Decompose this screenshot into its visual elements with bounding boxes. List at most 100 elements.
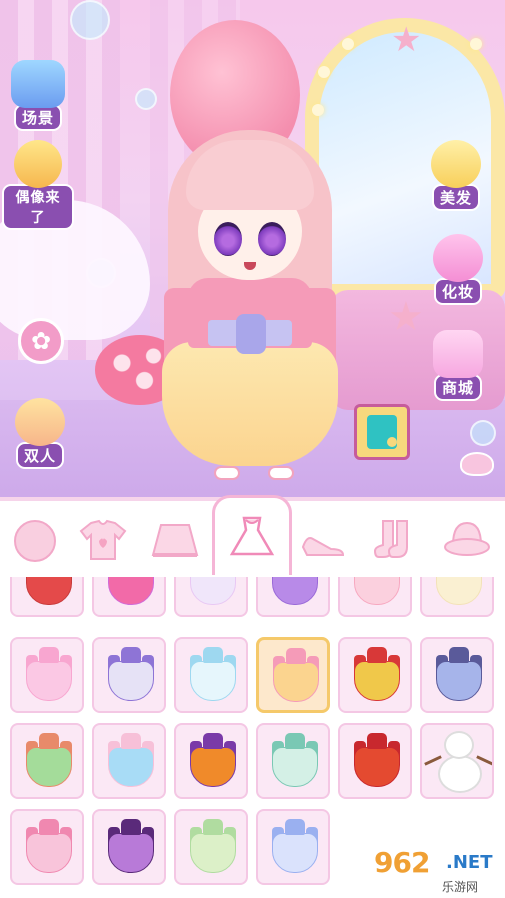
mirror-bulb: [470, 38, 482, 50]
dress-icon: [106, 733, 156, 793]
dress-item[interactable]: [92, 723, 166, 799]
dress-item[interactable]: [256, 637, 330, 713]
makeup-label: 化妆: [433, 278, 482, 305]
game-screen: ★ ★ 场景 偶像来了 ✿ 双人 美发 化妆 商城 962 .NET 乐游网: [0, 0, 505, 898]
dress-icon: [352, 647, 402, 707]
dress-item[interactable]: [174, 637, 248, 713]
skirt-icon: [151, 524, 199, 557]
dress-item[interactable]: [92, 577, 166, 617]
dress-icon: [106, 647, 156, 707]
obi-bow: [236, 314, 266, 354]
star-icon: ★: [391, 20, 422, 60]
scene-label: 场景: [13, 104, 62, 131]
snowman-body: [438, 755, 482, 793]
dress-icon: [24, 647, 74, 707]
socks-icon: [373, 520, 408, 558]
scene-button[interactable]: 场景: [6, 60, 70, 131]
tab-shirt[interactable]: [72, 509, 134, 571]
idol-star-icon: [14, 140, 62, 188]
right-eye: [258, 222, 286, 256]
dress-item[interactable]: [420, 577, 494, 617]
makeup-face-icon: [433, 234, 483, 282]
dress-icon: [24, 577, 74, 611]
makeup-button[interactable]: 化妆: [420, 234, 496, 305]
shop-button[interactable]: 商城: [420, 330, 496, 401]
tab-skirt[interactable]: [144, 509, 206, 571]
bubble: [470, 420, 496, 446]
shop-label: 商城: [433, 374, 482, 401]
dress-icon: [270, 577, 320, 611]
dress-item[interactable]: [174, 809, 248, 885]
hair-label: 美发: [431, 184, 480, 211]
hair-salon-button[interactable]: 美发: [418, 140, 494, 211]
floppy-disk-icon: [367, 415, 397, 449]
doll-character[interactable]: [150, 110, 350, 490]
dress-item[interactable]: [338, 723, 412, 799]
dressup-scene: ★ ★ 场景 偶像来了 ✿ 双人 美发 化妆 商城: [0, 0, 505, 500]
settings-gear-icon[interactable]: ✿: [18, 318, 64, 364]
tab-socks[interactable]: [364, 509, 426, 571]
dress-icon: [106, 577, 156, 611]
category-tab-bar: [0, 495, 505, 577]
dress-icon: [352, 577, 402, 611]
dress-item[interactable]: [10, 809, 84, 885]
hakama-skirt: [162, 342, 338, 466]
snowman-costume-item[interactable]: [420, 723, 494, 799]
star-icon: ★: [388, 294, 424, 340]
pink-gem-icon[interactable]: [460, 452, 494, 476]
dress-icon: [188, 819, 238, 879]
dress-item[interactable]: [10, 577, 84, 617]
two-dolls-icon: [15, 398, 65, 446]
dress-icon: [24, 819, 74, 879]
dress-icon: [270, 733, 320, 793]
dress-item[interactable]: [256, 577, 330, 617]
tab-face[interactable]: [4, 509, 66, 571]
dress-item[interactable]: [256, 809, 330, 885]
duo-button[interactable]: 双人: [8, 398, 72, 469]
idol-button[interactable]: 偶像来了: [2, 140, 74, 230]
tab-hat[interactable]: [436, 509, 498, 571]
watermark-number: 962: [374, 846, 430, 879]
tab-dress[interactable]: [212, 495, 292, 575]
dress-item[interactable]: [338, 637, 412, 713]
shirt-icon: [79, 519, 127, 560]
hat-icon: [444, 521, 490, 556]
snowman-head: [444, 731, 474, 759]
left-shoe: [214, 466, 240, 480]
dress-icon: [188, 647, 238, 707]
watermark-domain: .NET: [446, 852, 493, 873]
shoes-icon: [301, 537, 345, 556]
save-button[interactable]: [354, 404, 410, 460]
bubble: [135, 88, 157, 110]
left-eye: [214, 222, 242, 256]
dress-item[interactable]: [338, 577, 412, 617]
mirror-bulb: [318, 66, 330, 78]
hairstyle-icon: [431, 140, 481, 188]
dress-icon: [24, 733, 74, 793]
right-shoe: [268, 466, 294, 480]
dress-icon: [188, 577, 238, 611]
dress-item[interactable]: [92, 809, 166, 885]
dress-icon: [352, 733, 402, 793]
dress-item[interactable]: [10, 723, 84, 799]
site-watermark-logo: 962 .NET 乐游网: [368, 838, 500, 896]
tab-shoes[interactable]: [292, 509, 354, 571]
idol-label: 偶像来了: [2, 184, 74, 230]
dress-icon: [271, 648, 321, 708]
bubble: [70, 0, 110, 40]
dress-icon: [270, 819, 320, 879]
dress-icon: [229, 516, 275, 555]
dress-icon: [434, 647, 484, 707]
snowman-arm: [424, 755, 442, 766]
dress-item[interactable]: [92, 637, 166, 713]
dress-item[interactable]: [10, 637, 84, 713]
dress-icon: [434, 577, 484, 611]
dress-item[interactable]: [174, 723, 248, 799]
dress-item[interactable]: [420, 637, 494, 713]
dress-item[interactable]: [256, 723, 330, 799]
dress-shop-icon: [433, 330, 483, 378]
dress-icon: [106, 819, 156, 879]
watermark-subtitle: 乐游网: [442, 880, 479, 894]
dress-item[interactable]: [174, 577, 248, 617]
face-icon: [14, 520, 56, 562]
